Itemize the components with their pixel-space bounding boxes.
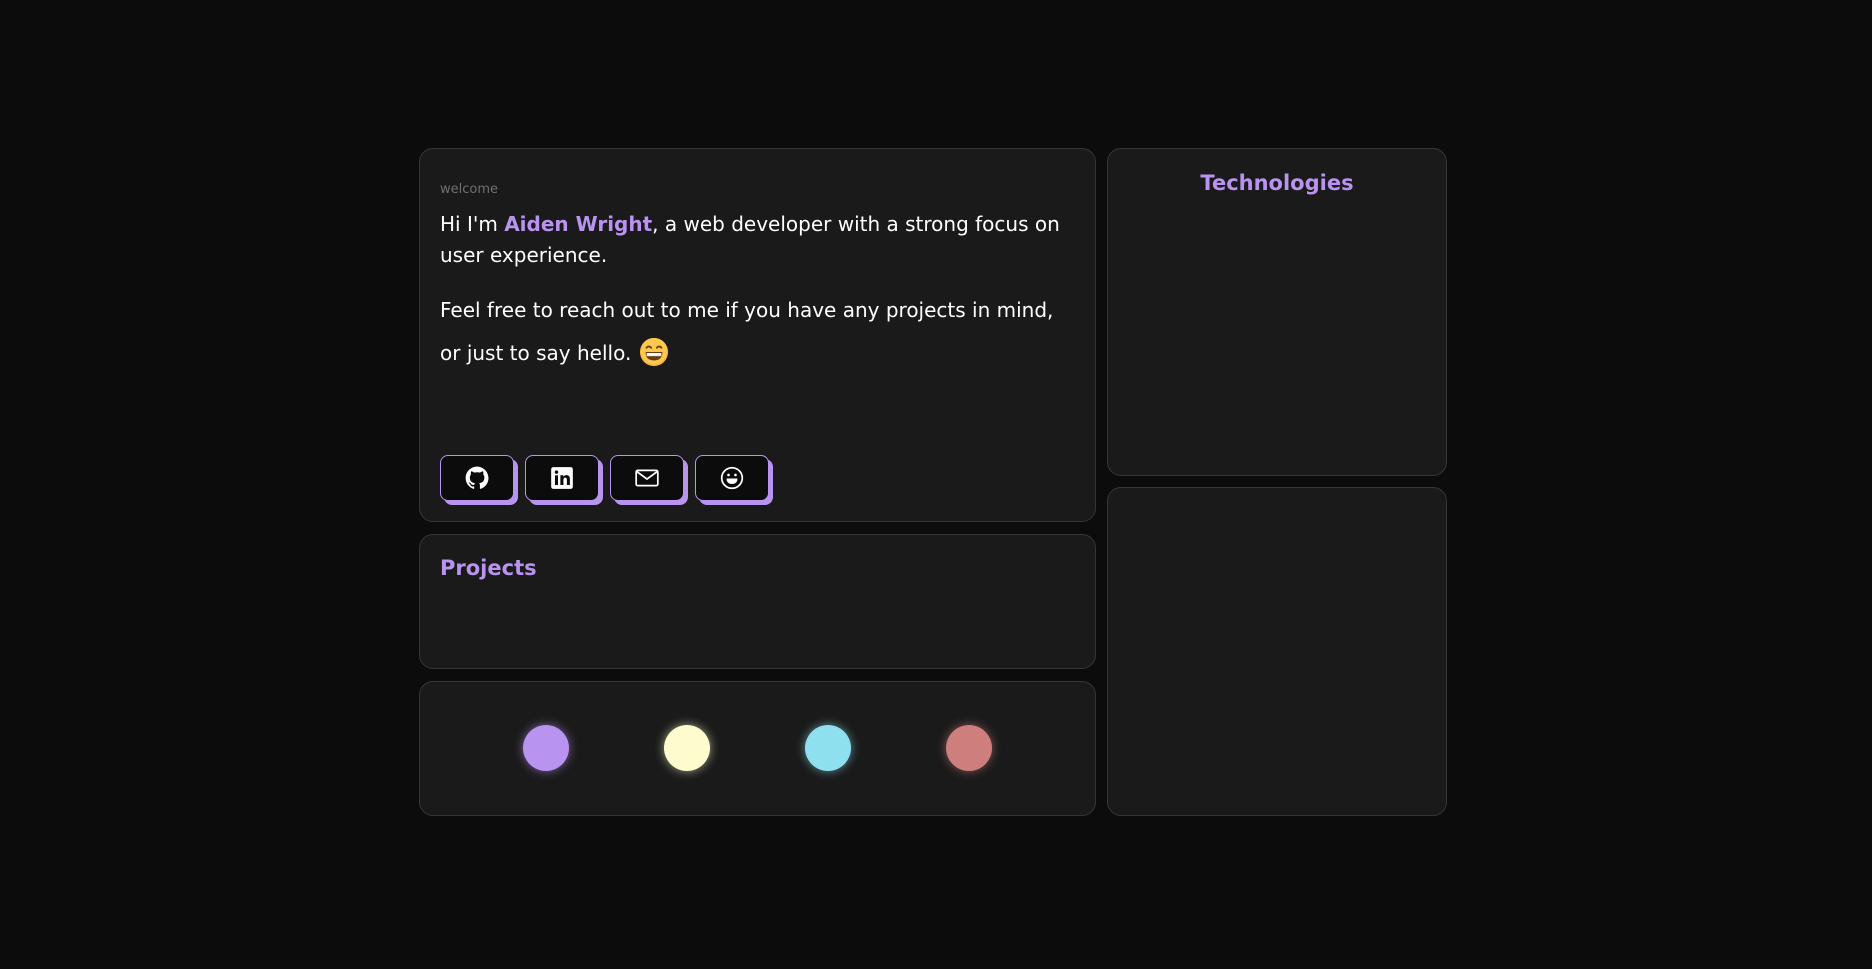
github-icon xyxy=(465,466,489,489)
smiley-icon xyxy=(720,466,744,490)
theme-color-swatch[interactable] xyxy=(523,725,569,771)
intro-prefix: Hi I'm xyxy=(440,212,505,236)
reach-out-copy: Feel free to reach out to me if you have… xyxy=(440,298,1054,365)
fun-button[interactable] xyxy=(695,455,769,501)
theme-color-swatch[interactable] xyxy=(946,725,992,771)
author-name: Aiden Wright xyxy=(504,212,653,236)
grinning-face-icon xyxy=(640,337,669,366)
theme-color-swatch[interactable] xyxy=(805,725,851,771)
technologies-card: Technologies xyxy=(1107,148,1447,476)
theme-color-swatches xyxy=(420,725,1095,771)
side-card xyxy=(1107,487,1447,816)
theme-color-swatch[interactable] xyxy=(664,725,710,771)
linkedin-icon xyxy=(551,467,573,489)
github-button[interactable] xyxy=(440,455,514,501)
projects-card: Projects xyxy=(419,534,1096,669)
linkedin-button[interactable] xyxy=(525,455,599,501)
email-button[interactable] xyxy=(610,455,684,501)
welcome-eyebrow: welcome xyxy=(440,182,499,197)
social-links xyxy=(440,455,769,501)
welcome-card: welcome Hi I'm Aiden Wright, a web devel… xyxy=(419,148,1096,522)
theme-color-card xyxy=(419,681,1096,816)
projects-title: Projects xyxy=(440,556,537,580)
technologies-title: Technologies xyxy=(1200,171,1354,195)
mail-icon xyxy=(635,469,659,487)
reach-out-text: Feel free to reach out to me if you have… xyxy=(440,289,1080,375)
intro-text: Hi I'm Aiden Wright, a web developer wit… xyxy=(440,209,1080,271)
